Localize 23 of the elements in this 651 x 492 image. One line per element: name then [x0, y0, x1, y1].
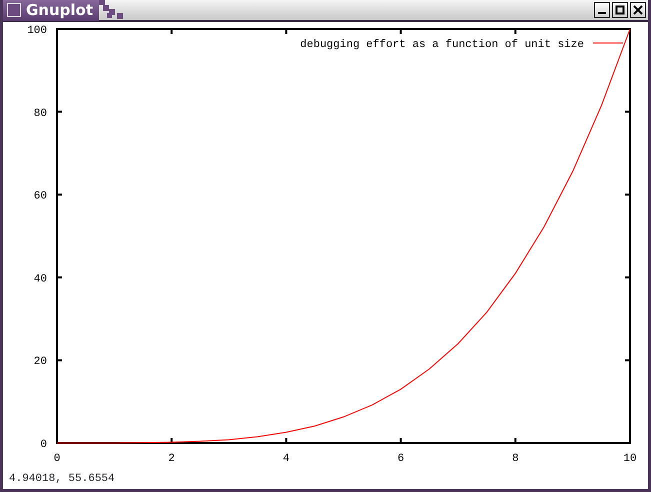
cursor-coordinates: 4.94018, 55.6554: [9, 473, 115, 485]
close-button[interactable]: [630, 2, 646, 18]
legend-line-sample: [592, 42, 624, 44]
y-tick-label: 20: [34, 356, 47, 368]
y-tick-label: 100: [27, 25, 47, 37]
y-tick-label: 0: [40, 439, 47, 451]
x-tick-label: 4: [282, 453, 290, 465]
minimize-button[interactable]: [594, 2, 610, 18]
x-tick-label: 0: [54, 453, 60, 465]
x-tick-label: 8: [512, 453, 519, 465]
x-tick-label: 10: [623, 453, 637, 465]
x-tick-label: 6: [398, 453, 404, 465]
window-icon[interactable]: [7, 3, 21, 17]
y-tick-label: 80: [34, 108, 47, 120]
maximize-button[interactable]: [612, 2, 628, 18]
maximize-icon: [615, 5, 625, 15]
close-icon: [633, 5, 643, 15]
x-tick-label: 2: [168, 453, 175, 465]
minimize-icon: [598, 12, 606, 14]
legend-label: debugging effort as a function of unit size: [300, 39, 584, 51]
y-tick-label: 40: [34, 273, 47, 286]
window-title: Gnuplot: [26, 0, 94, 21]
y-tick-label: 60: [34, 190, 47, 203]
